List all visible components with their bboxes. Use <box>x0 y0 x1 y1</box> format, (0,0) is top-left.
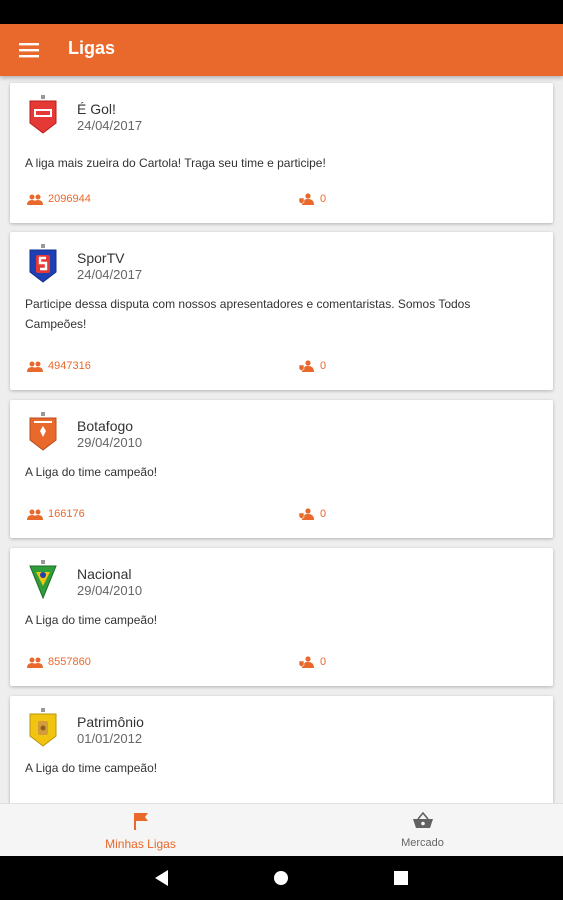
flag-icon <box>133 813 148 830</box>
league-date: 24/04/2017 <box>77 267 143 282</box>
home-button[interactable] <box>271 868 291 888</box>
league-card-e-gol[interactable]: É Gol! 24/04/2017 A liga mais zueira do … <box>10 83 553 223</box>
members-count: 4947316 <box>27 360 91 372</box>
league-description: Participe dessa disputa com nossos apres… <box>25 297 471 331</box>
league-card-sportv[interactable]: SporTV 24/04/2017 Participe dessa disput… <box>10 232 553 390</box>
nav-mercado[interactable]: Mercado <box>282 804 563 857</box>
league-badge-icon <box>28 95 58 135</box>
back-icon <box>155 870 168 886</box>
league-name: Patrimônio <box>77 714 144 730</box>
league-description: A Liga do time campeão! <box>25 613 158 627</box>
league-date: 24/04/2017 <box>77 118 143 133</box>
league-badge-icon <box>28 412 58 452</box>
teams-value: 0 <box>320 508 327 520</box>
members-count: 166176 <box>27 508 85 520</box>
menu-icon <box>19 43 39 58</box>
status-bar <box>0 0 563 24</box>
league-badge-icon <box>28 244 58 284</box>
members-count: 8557860 <box>27 656 91 668</box>
league-date: 29/04/2010 <box>77 435 143 450</box>
bottom-navigation: Minhas Ligas Mercado <box>0 803 563 857</box>
teams-value: 0 <box>320 360 327 372</box>
league-date: 29/04/2010 <box>77 583 143 598</box>
recents-icon <box>394 871 408 885</box>
league-description: A Liga do time campeão! <box>25 465 158 479</box>
shield-group-icon <box>299 360 314 372</box>
league-description: A liga mais zueira do Cartola! Traga seu… <box>25 156 326 170</box>
group-icon <box>27 509 43 520</box>
league-badge-icon <box>28 560 58 600</box>
group-icon <box>27 657 43 668</box>
nav-label: Mercado <box>401 837 444 849</box>
league-name: Nacional <box>77 566 132 582</box>
teams-count: 0 <box>299 656 326 668</box>
league-name: É Gol! <box>77 101 116 117</box>
teams-value: 0 <box>320 656 327 668</box>
league-name: SporTV <box>77 250 125 266</box>
group-icon <box>27 194 43 205</box>
league-list[interactable]: É Gol! 24/04/2017 A liga mais zueira do … <box>0 76 563 803</box>
shield-group-icon <box>299 193 314 205</box>
league-card-nacional[interactable]: Nacional 29/04/2010 A Liga do time campe… <box>10 548 553 686</box>
app-bar: Ligas <box>0 24 563 76</box>
members-value: 8557860 <box>48 656 91 668</box>
teams-count: 0 <box>299 360 326 372</box>
members-count: 2096944 <box>27 193 91 205</box>
nav-label: Minhas Ligas <box>105 837 176 851</box>
back-button[interactable] <box>152 868 172 888</box>
nav-minhas-ligas[interactable]: Minhas Ligas <box>0 804 281 857</box>
league-date: 01/01/2012 <box>77 731 143 746</box>
group-icon <box>27 361 43 372</box>
home-icon <box>274 871 288 885</box>
menu-button[interactable] <box>14 36 44 64</box>
recents-button[interactable] <box>391 868 411 888</box>
league-card-botafogo[interactable]: Botafogo 29/04/2010 A Liga do time campe… <box>10 400 553 538</box>
members-value: 2096944 <box>48 193 91 205</box>
teams-count: 0 <box>299 508 326 520</box>
league-card-patrimonio[interactable]: Patrimônio 01/01/2012 A Liga do time cam… <box>10 696 553 803</box>
teams-value: 0 <box>320 193 327 205</box>
members-value: 4947316 <box>48 360 91 372</box>
shield-group-icon <box>299 508 314 520</box>
teams-count: 0 <box>299 193 326 205</box>
league-description: A Liga do time campeão! <box>25 761 158 775</box>
system-navigation-bar <box>0 856 563 900</box>
league-badge-icon <box>28 708 58 748</box>
basket-icon <box>412 812 433 828</box>
league-name: Botafogo <box>77 418 134 434</box>
shield-group-icon <box>299 656 314 668</box>
page-title: Ligas <box>68 38 116 58</box>
members-value: 166176 <box>48 508 85 520</box>
